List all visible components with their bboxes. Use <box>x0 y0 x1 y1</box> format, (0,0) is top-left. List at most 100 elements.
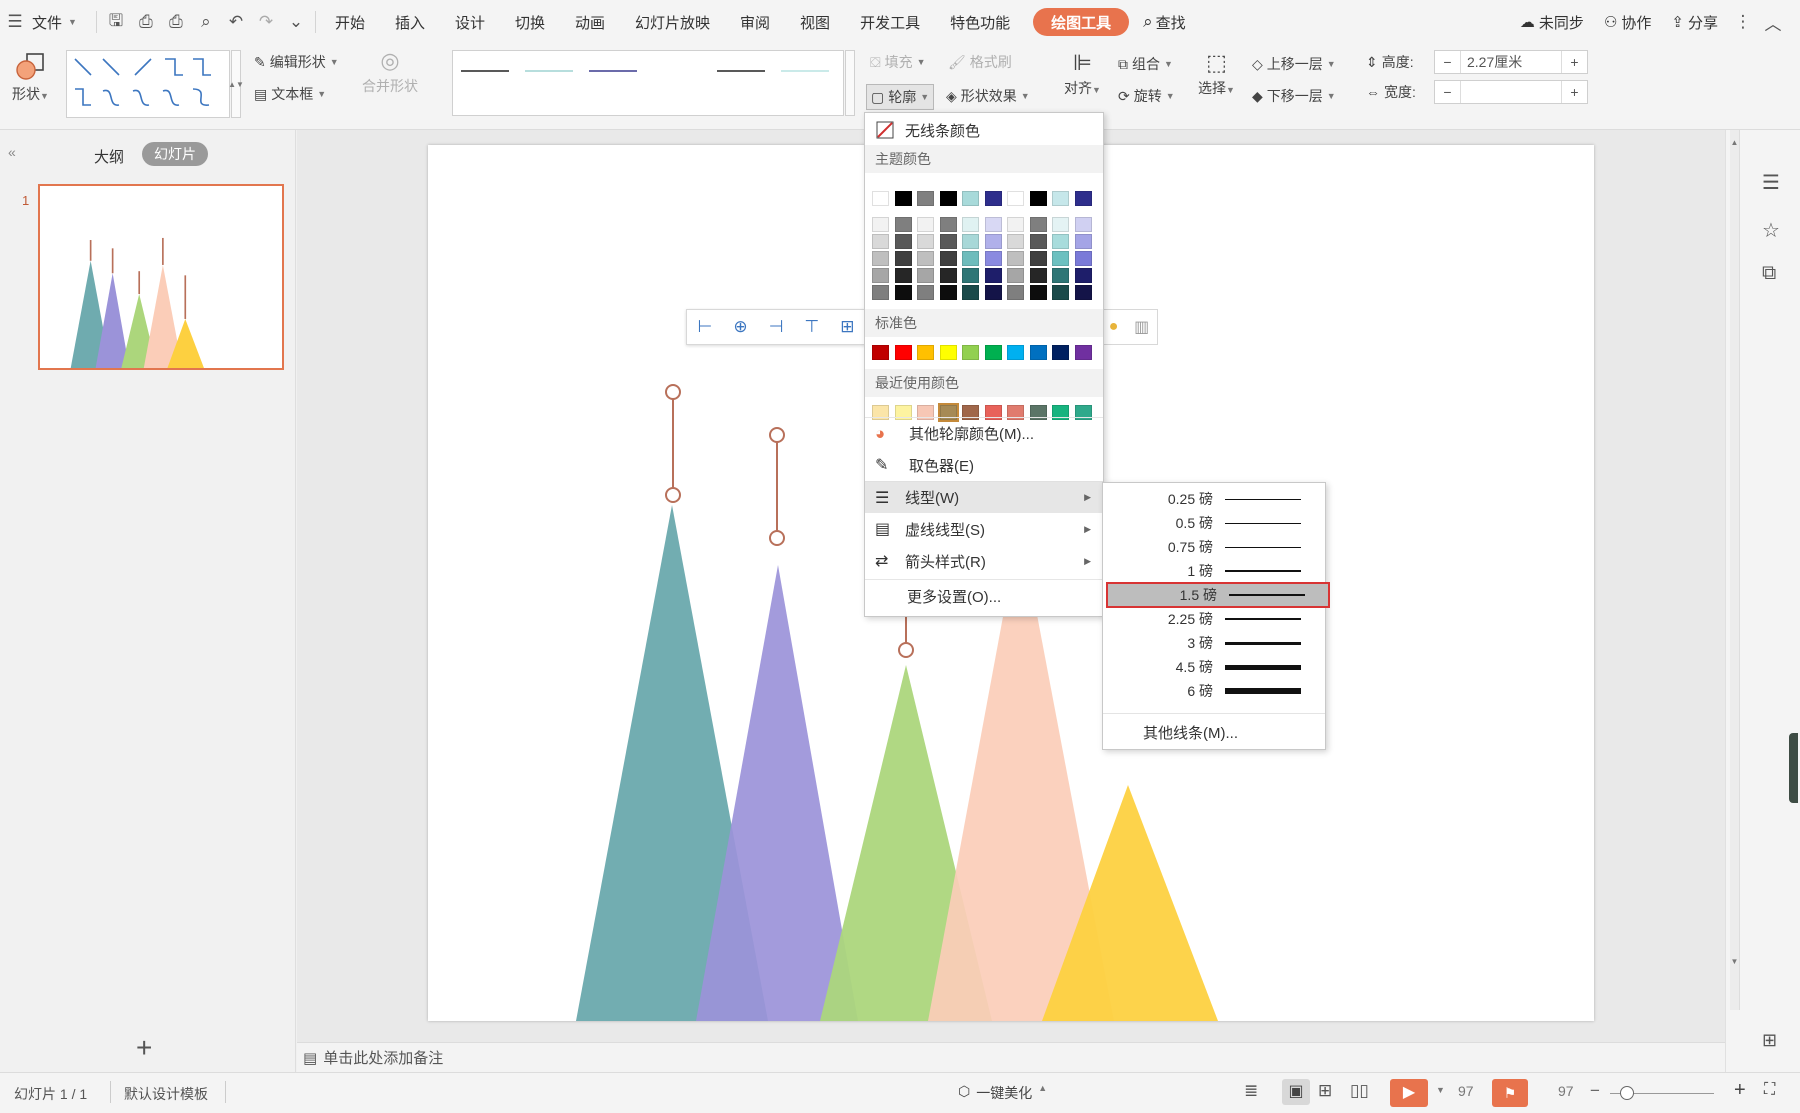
theme-shade-swatch[interactable] <box>1052 268 1069 283</box>
collab-button[interactable]: ⚇ 协作 <box>1594 0 1661 44</box>
collapse-ribbon-icon[interactable]: ︿ <box>1758 0 1788 44</box>
tab-drawing-tools[interactable]: 绘图工具 <box>1033 8 1130 36</box>
theme-shade-swatch[interactable] <box>1052 217 1069 232</box>
shapes-gallery[interactable] <box>66 50 230 118</box>
tab-9[interactable]: 特色功能 <box>935 0 1025 44</box>
theme-shade-swatch[interactable] <box>1074 234 1092 249</box>
tab-6[interactable]: 审阅 <box>725 0 785 44</box>
theme-color-swatch[interactable] <box>894 191 912 206</box>
tab-8[interactable]: 开发工具 <box>845 0 935 44</box>
theme-shade-swatch[interactable] <box>1029 251 1047 266</box>
send-backward-button[interactable]: ◆ 下移一层 ▼ <box>1252 86 1336 106</box>
line-handle-end[interactable] <box>769 530 785 546</box>
grid-icon[interactable]: ⊞ <box>1762 1030 1777 1051</box>
theme-shade-swatch[interactable] <box>872 251 889 266</box>
comments-icon[interactable]: ⧉ <box>1762 262 1776 285</box>
theme-shade-swatch[interactable] <box>939 234 957 249</box>
line-weight-option[interactable]: 4.5 磅 <box>1103 655 1325 679</box>
theme-shade-swatch[interactable] <box>962 234 979 249</box>
line-style-gallery[interactable] <box>452 50 844 116</box>
theme-shade-swatch[interactable] <box>1007 285 1024 300</box>
no-line-color-item[interactable]: 无线条颜色 <box>865 115 1103 145</box>
theme-shade-swatch[interactable] <box>1052 234 1069 249</box>
theme-shade-swatch[interactable] <box>917 234 934 249</box>
notes-bar[interactable]: ▤ 单击此处添加备注 <box>297 1042 1725 1072</box>
side-tab-handle[interactable] <box>1789 733 1798 803</box>
theme-shade-swatch[interactable] <box>894 268 912 283</box>
standard-color-swatch[interactable] <box>1052 345 1069 360</box>
theme-shade-swatch[interactable] <box>872 217 889 232</box>
theme-shade-swatch[interactable] <box>939 285 957 300</box>
theme-shade-swatch[interactable] <box>984 217 1002 232</box>
fit-window-icon[interactable]: ⛶ <box>1764 1081 1775 1099</box>
zoom-slider-thumb[interactable] <box>1620 1086 1634 1100</box>
theme-shade-swatch[interactable] <box>1007 251 1024 266</box>
theme-shade-swatch[interactable] <box>1029 217 1047 232</box>
bulb-icon[interactable]: ● <box>1109 318 1119 336</box>
search-button[interactable]: ⌕ 查找 <box>1137 0 1201 44</box>
share-button[interactable]: ⇪ 分享 <box>1661 0 1728 44</box>
edit-shape-button[interactable]: ✎ 编辑形状 ▼ <box>254 52 339 72</box>
tab-2[interactable]: 设计 <box>440 0 500 44</box>
line-type-item[interactable]: ☰ 线型(W) ▶ <box>865 481 1103 513</box>
more-outline-colors-item[interactable]: ◕ 其他轮廓颜色(M)... <box>865 417 1103 449</box>
other-lines-item[interactable]: 其他线条(M)... <box>1103 717 1325 747</box>
tab-slides[interactable]: 幻灯片 <box>142 142 208 166</box>
height-spinner[interactable]: − 2.27厘米 + <box>1434 50 1588 74</box>
more-settings-item[interactable]: 更多设置(O)... <box>865 579 1103 613</box>
theme-shade-swatch[interactable] <box>1007 217 1024 232</box>
tab-outline[interactable]: 大纲 <box>94 146 124 167</box>
beautify-button[interactable]: ⬡ 一键美化 ▲ <box>958 1083 1047 1103</box>
line-weight-option[interactable]: 3 磅 <box>1103 631 1325 655</box>
theme-color-swatch[interactable] <box>1052 191 1069 206</box>
theme-shade-swatch[interactable] <box>984 285 1002 300</box>
line-handle-end[interactable] <box>898 642 914 658</box>
standard-color-swatch[interactable] <box>1029 345 1047 360</box>
theme-shade-swatch[interactable] <box>962 268 979 283</box>
customize-icon[interactable]: ⌄ <box>281 0 311 44</box>
theme-shade-swatch[interactable] <box>894 234 912 249</box>
theme-shade-swatch[interactable] <box>984 268 1002 283</box>
group-button[interactable]: ⧉ 组合 ▼ <box>1118 54 1173 74</box>
theme-shade-swatch[interactable] <box>1052 285 1069 300</box>
line-weight-option[interactable]: 0.5 磅 <box>1103 511 1325 535</box>
standard-color-swatch[interactable] <box>894 345 912 360</box>
height-decrease-button[interactable]: − <box>1435 51 1461 73</box>
standard-color-swatch[interactable] <box>1007 345 1024 360</box>
eyedropper-item[interactable]: ✎ 取色器(E) <box>865 449 1103 481</box>
theme-color-swatch[interactable] <box>1074 191 1092 206</box>
theme-shade-swatch[interactable] <box>962 217 979 232</box>
tab-4[interactable]: 动画 <box>560 0 620 44</box>
theme-shade-swatch[interactable] <box>939 217 957 232</box>
theme-shade-swatch[interactable] <box>917 251 934 266</box>
align-top-icon[interactable]: ⊤ <box>804 317 819 337</box>
merge-shape-button[interactable]: ◎ 合并形状 <box>362 48 418 96</box>
print-preview-icon[interactable]: ⌕ <box>191 0 221 44</box>
theme-shade-swatch[interactable] <box>894 285 912 300</box>
theme-shade-swatch[interactable] <box>1007 268 1024 283</box>
save-icon[interactable]: 🖫 <box>101 0 131 44</box>
align-right-icon[interactable]: ⊣ <box>769 317 784 337</box>
chevron-down-icon[interactable]: ▼ <box>1436 1085 1445 1095</box>
arrow-style-item[interactable]: ⇄ 箭头样式(R) ▶ <box>865 545 1103 577</box>
theme-shade-swatch[interactable] <box>872 285 889 300</box>
line-handle-end[interactable] <box>665 487 681 503</box>
slide-thumbnail[interactable] <box>38 184 284 370</box>
line-weight-option[interactable]: 2.25 磅 <box>1103 607 1325 631</box>
zoom-in-icon[interactable]: + <box>1734 1079 1746 1102</box>
rotate-button[interactable]: ⟳ 旋转 ▼ <box>1118 86 1175 106</box>
more-icon[interactable]: ⋮ <box>1728 0 1758 44</box>
theme-shade-swatch[interactable] <box>984 234 1002 249</box>
theme-shade-swatch[interactable] <box>1074 285 1092 300</box>
undo-icon[interactable]: ↶ <box>221 0 251 44</box>
align-middle-icon[interactable]: ⊞ <box>840 317 854 337</box>
theme-shade-swatch[interactable] <box>917 285 934 300</box>
dash-type-item[interactable]: ▤ 虚线线型(S) ▶ <box>865 513 1103 545</box>
theme-shade-swatch[interactable] <box>1074 268 1092 283</box>
align-center-icon[interactable]: ⊕ <box>733 317 747 337</box>
play-slideshow-button[interactable]: ▶ <box>1390 1079 1428 1107</box>
fill-button[interactable]: ⛋ 填充 ▼ <box>870 52 926 72</box>
notes-toggle-icon[interactable]: ≣ <box>1244 1081 1258 1101</box>
normal-view-icon[interactable]: ▣ <box>1282 1079 1310 1105</box>
standard-color-swatch[interactable] <box>962 345 979 360</box>
